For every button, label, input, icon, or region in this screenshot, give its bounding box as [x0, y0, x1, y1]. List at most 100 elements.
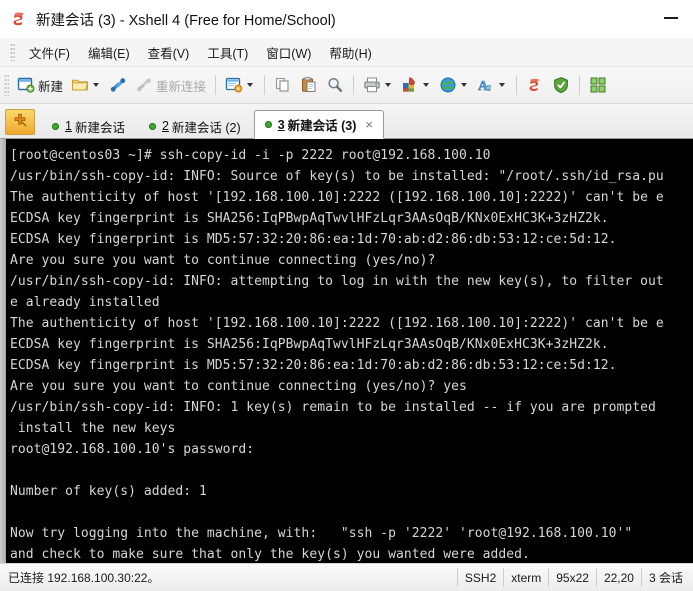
tab-label: 新建会话 — [74, 120, 125, 135]
browser-icon — [439, 76, 457, 94]
new-session-button[interactable]: 新建 — [14, 71, 66, 99]
status-session-count: 3 会话 — [640, 568, 693, 587]
copy-icon — [274, 76, 292, 94]
menu-bar: 文件(F) 编辑(E) 查看(V) 工具(T) 窗口(W) 帮助(H) — [0, 38, 693, 67]
new-tab-plus-icon — [12, 112, 28, 133]
svg-text:a: a — [486, 82, 492, 94]
tab-status-indicator — [52, 122, 59, 130]
toolbar-separator-4 — [516, 75, 518, 95]
open-folder-icon — [71, 76, 89, 94]
new-session-icon — [17, 76, 35, 94]
session-tab-1[interactable]: 1 新建会话 — [41, 112, 136, 139]
terminal-line: e already installed — [10, 295, 160, 310]
menu-view[interactable]: 查看(V) — [139, 40, 199, 65]
print-icon — [363, 76, 381, 94]
tab-status-indicator — [264, 121, 272, 128]
xshell-window: 新建会话 (3) - Xshell 4 (Free for Home/Schoo… — [0, 0, 693, 591]
xftp-button[interactable] — [523, 71, 547, 99]
window-title: 新建会话 (3) - Xshell 4 (Free for Home/Schoo… — [36, 12, 336, 29]
connect-icon — [109, 76, 127, 94]
terminal-line: /usr/bin/ssh-copy-id: INFO: 1 key(s) rem… — [10, 400, 656, 415]
font-button[interactable]: A a — [474, 71, 510, 99]
tab-bar: 1 新建会话 2 新建会话 (2) 3 新建会话 (3) × — [0, 104, 693, 139]
session-properties-icon — [225, 76, 243, 94]
terminal-line: ECDSA key fingerprint is MD5:57:32:20:86… — [10, 358, 617, 373]
arrange-windows-icon — [589, 76, 607, 94]
menu-window[interactable]: 窗口(W) — [257, 40, 320, 65]
xagent-button[interactable] — [549, 71, 573, 99]
font-dropdown-icon[interactable] — [499, 83, 506, 87]
tab-number: 1 — [65, 119, 72, 133]
toolbar-grip-handle[interactable] — [4, 74, 9, 96]
xshell-logo-icon — [10, 10, 28, 28]
session-tab-2[interactable]: 2 新建会话 (2) — [138, 112, 252, 139]
terminal-line: install the new keys — [10, 421, 176, 436]
session-properties-button[interactable] — [222, 71, 258, 99]
terminal-line: and check to make sure that only the key… — [10, 547, 530, 562]
connect-button[interactable] — [106, 71, 130, 99]
xftp-icon — [526, 76, 544, 94]
copy-button[interactable] — [271, 71, 295, 99]
terminal-line: Now try logging into the machine, with: … — [10, 526, 633, 541]
toolbar: 新建 重新连接 A a — [0, 67, 693, 104]
toolbar-separator-1 — [215, 75, 217, 95]
menu-help[interactable]: 帮助(H) — [320, 40, 380, 65]
color-scheme-button[interactable] — [398, 71, 434, 99]
window-controls — [648, 0, 693, 38]
reconnect-label: 重新连接 — [156, 79, 207, 94]
tab-label: 新建会话 (2) — [171, 120, 241, 135]
terminal-line: The authenticity of host '[192.168.100.1… — [10, 316, 664, 331]
font-icon: A a — [477, 76, 495, 94]
find-button[interactable] — [323, 71, 347, 99]
terminal-area: [root@centos03 ~]# ssh-copy-id -i -p 222… — [0, 139, 693, 563]
terminal-line: Number of key(s) added: 1 — [10, 484, 207, 499]
xagent-icon — [552, 76, 570, 94]
toolbar-separator-3 — [353, 75, 355, 95]
minimize-button[interactable] — [648, 0, 693, 30]
browser-dropdown-icon[interactable] — [461, 83, 468, 87]
toolbar-separator-5 — [579, 75, 581, 95]
menu-edit[interactable]: 编辑(E) — [79, 40, 139, 65]
menu-file[interactable]: 文件(F) — [20, 40, 79, 65]
status-screen-size: 95x22 — [548, 568, 596, 587]
search-icon — [326, 76, 344, 94]
color-scheme-dropdown-icon[interactable] — [423, 83, 430, 87]
terminal-line: The authenticity of host '[192.168.100.1… — [10, 190, 664, 205]
session-properties-dropdown-icon[interactable] — [247, 83, 254, 87]
toolbar-separator-2 — [264, 75, 266, 95]
status-connection: 已连接 192.168.100.30:22。 — [8, 571, 160, 585]
terminal-line: ECDSA key fingerprint is SHA256:IqPBwpAq… — [10, 211, 609, 226]
terminal-line: ECDSA key fingerprint is SHA256:IqPBwpAq… — [10, 337, 609, 352]
paste-button[interactable] — [297, 71, 321, 99]
terminal-output[interactable]: [root@centos03 ~]# ssh-copy-id -i -p 222… — [6, 139, 693, 563]
arrange-windows-button[interactable] — [586, 71, 610, 99]
terminal-line: ECDSA key fingerprint is MD5:57:32:20:86… — [10, 232, 617, 247]
tab-status-indicator — [148, 122, 156, 130]
status-terminal-type: xterm — [503, 568, 548, 587]
tab-close-button[interactable]: × — [365, 118, 373, 131]
terminal-line: /usr/bin/ssh-copy-id: INFO: Source of ke… — [10, 169, 664, 184]
session-tab-3[interactable]: 3 新建会话 (3) × — [253, 110, 384, 139]
menu-grip-handle[interactable] — [10, 43, 15, 61]
terminal-line: Are you sure you want to continue connec… — [10, 379, 467, 394]
paste-icon — [300, 76, 318, 94]
tab-number: 3 — [277, 117, 285, 132]
minimize-icon — [663, 17, 678, 19]
terminal-line: root@192.168.100.10's password: — [10, 442, 255, 457]
status-cursor-position: 22,20 — [595, 568, 641, 587]
tab-label: 新建会话 (3) — [287, 119, 357, 133]
print-button[interactable] — [360, 71, 396, 99]
title-bar: 新建会话 (3) - Xshell 4 (Free for Home/Schoo… — [0, 0, 693, 38]
browser-button[interactable] — [436, 71, 472, 99]
open-session-button[interactable] — [68, 71, 104, 99]
status-bar: 已连接 192.168.100.30:22。 SSH2 xterm 95x22 … — [0, 563, 693, 591]
terminal-line: [root@centos03 ~]# ssh-copy-id -i -p 222… — [10, 148, 491, 163]
disconnect-icon — [135, 76, 153, 94]
new-tab-button[interactable] — [5, 109, 35, 135]
print-dropdown-icon[interactable] — [385, 83, 392, 87]
status-protocol: SSH2 — [456, 568, 503, 587]
menu-tools[interactable]: 工具(T) — [198, 40, 257, 65]
new-session-label: 新建 — [38, 79, 64, 94]
open-session-dropdown-icon[interactable] — [93, 83, 100, 87]
